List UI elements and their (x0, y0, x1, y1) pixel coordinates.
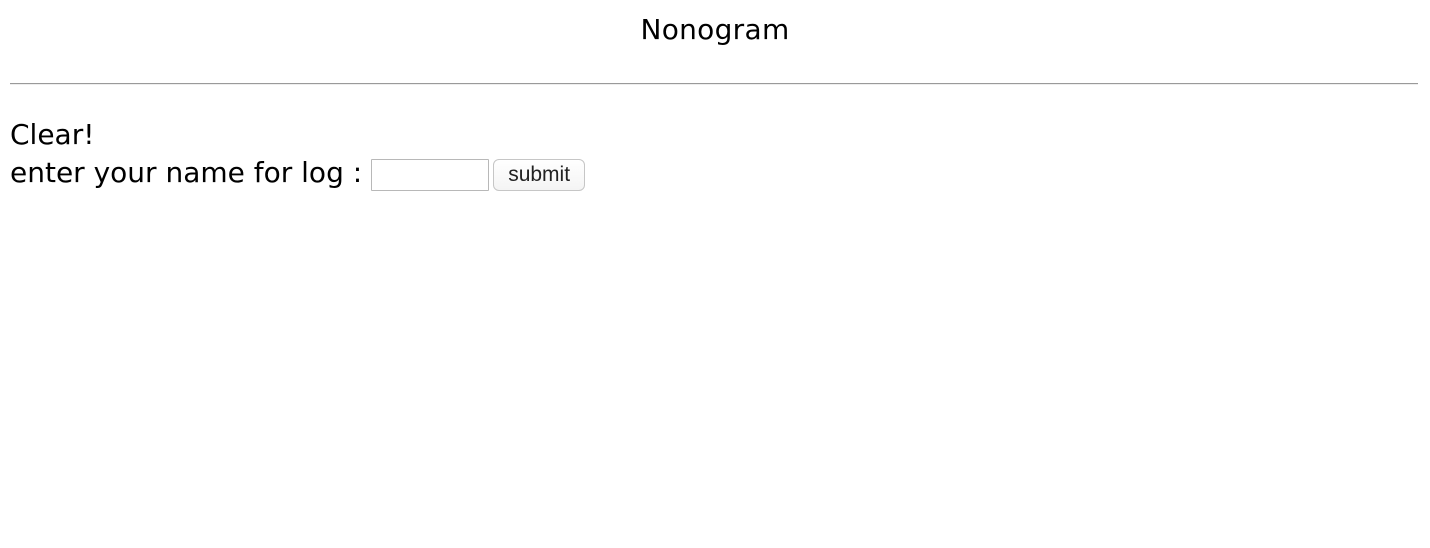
log-form: enter your name for log : submit (10, 154, 586, 192)
divider (10, 83, 1418, 85)
log-name-label: enter your name for log : (10, 156, 363, 189)
page-header: Nonogram (0, 12, 1430, 48)
main-content: Clear! enter your name for log : submit (10, 116, 586, 192)
name-input[interactable] (371, 158, 490, 191)
submit-button[interactable]: submit (493, 158, 586, 191)
page-title: Nonogram (640, 13, 790, 46)
clear-message: Clear! (10, 118, 95, 151)
